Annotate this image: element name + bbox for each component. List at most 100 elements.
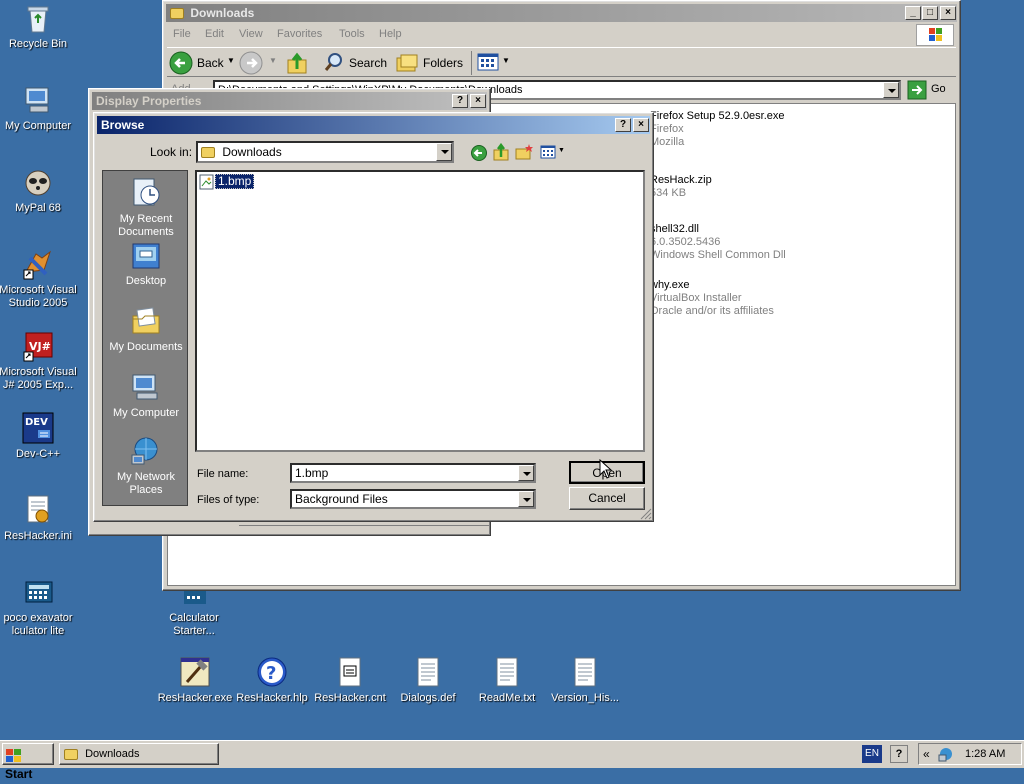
menu-file[interactable]: File bbox=[173, 28, 191, 40]
up-folder-button[interactable] bbox=[285, 51, 311, 75]
file-type-dropdown-button[interactable] bbox=[518, 491, 534, 507]
search-button[interactable]: Search bbox=[323, 51, 389, 75]
desktop-icon-visual-studio[interactable]: Microsoft Visual Studio 2005 bbox=[0, 248, 78, 310]
cancel-button[interactable]: Cancel bbox=[569, 487, 645, 510]
desktop-icon-label: MyPal 68 bbox=[15, 202, 61, 214]
menu-help[interactable]: Help bbox=[379, 28, 402, 40]
go-arrow-icon bbox=[907, 80, 927, 100]
up-folder-icon bbox=[287, 52, 307, 74]
explorer-title: Downloads bbox=[190, 6, 255, 20]
reshacker-ini-icon bbox=[22, 494, 54, 526]
def-file-icon bbox=[412, 656, 444, 688]
file-detail: Firefox bbox=[650, 123, 684, 135]
view-menu-button[interactable]: ▼ bbox=[540, 144, 566, 162]
browse-dialog[interactable]: Browse ? × Look in: Downloads ▼ My Recen… bbox=[93, 112, 654, 522]
folders-button[interactable]: Folders bbox=[395, 51, 463, 75]
desktop-icon-reshacker-exe[interactable]: ResHacker.exe bbox=[155, 656, 235, 705]
file-item[interactable]: 1.bmp bbox=[199, 174, 269, 190]
chevron-left-icon[interactable]: « bbox=[923, 747, 930, 761]
file-detail: Windows Shell Common Dll bbox=[650, 249, 786, 261]
file-tile-firefox-setup[interactable]: Firefox Setup 52.9.0esr.exe Firefox Mozi… bbox=[650, 110, 950, 149]
system-tray: « 1:28 AM bbox=[918, 743, 1022, 765]
desktop-icon-mypal[interactable]: MyPal 68 bbox=[0, 166, 78, 215]
views-button[interactable]: ▼ bbox=[471, 51, 510, 75]
new-folder-icon bbox=[515, 144, 533, 160]
start-label: Start bbox=[5, 767, 33, 781]
minimize-button[interactable]: _ bbox=[905, 6, 921, 20]
mouse-cursor-icon bbox=[599, 459, 613, 479]
file-type-label: Files of type: bbox=[197, 494, 260, 506]
up-one-level-button[interactable] bbox=[492, 142, 510, 161]
chevron-down-icon: ▼ bbox=[227, 56, 235, 65]
look-in-dropdown[interactable]: Downloads bbox=[196, 141, 454, 163]
desktop-icon-readme[interactable]: ReadMe.txt bbox=[467, 656, 547, 705]
menu-view[interactable]: View bbox=[239, 28, 263, 40]
go-button[interactable]: Go bbox=[907, 80, 955, 100]
desktop-icon-reshacker-cnt[interactable]: ResHacker.cnt bbox=[310, 656, 390, 705]
look-in-dropdown-button[interactable] bbox=[436, 143, 452, 161]
search-label: Search bbox=[349, 56, 388, 70]
file-tile-shell32-dll[interactable]: shell32.dll 6.0.3502.5436 Windows Shell … bbox=[650, 223, 950, 262]
desktop-icon-dialogs-def[interactable]: Dialogs.def bbox=[388, 656, 468, 705]
help-button[interactable]: ? bbox=[615, 118, 631, 132]
my-computer-icon bbox=[22, 84, 54, 116]
resize-grip-icon[interactable] bbox=[640, 508, 652, 520]
file-tile-why-exe[interactable]: why.exe VirtualBox Installer Oracle and/… bbox=[650, 279, 950, 318]
display-properties-titlebar[interactable]: Display Properties ? × bbox=[92, 92, 487, 110]
menu-edit[interactable]: Edit bbox=[205, 28, 224, 40]
file-type-value: Background Files bbox=[295, 492, 388, 506]
places-documents[interactable]: My Documents bbox=[103, 305, 189, 354]
file-detail: Mozilla bbox=[650, 136, 685, 148]
file-type-dropdown[interactable]: Background Files bbox=[290, 489, 536, 509]
file-name-input[interactable]: 1.bmp bbox=[290, 463, 536, 483]
taskbar: Start Downloads EN ? « 1:28 AM bbox=[0, 740, 1024, 781]
close-button[interactable]: × bbox=[633, 118, 649, 132]
browse-titlebar[interactable]: Browse ? × bbox=[97, 116, 650, 134]
my-computer-icon bbox=[132, 374, 158, 400]
places-computer[interactable]: My Computer bbox=[103, 371, 189, 420]
back-button[interactable]: Back ▼ bbox=[169, 51, 235, 75]
forward-button[interactable]: ▼ bbox=[239, 51, 277, 75]
desktop-icon-visual-jsharp[interactable]: VJ# Microsoft Visual J# 2005 Exp... bbox=[0, 330, 78, 392]
places-desktop[interactable]: Desktop bbox=[103, 241, 189, 288]
svg-text:DEV: DEV bbox=[25, 417, 48, 428]
desktop-icon-label: Microsoft Visual Studio 2005 bbox=[0, 284, 77, 309]
desktop-icon-label: ResHacker.hlp bbox=[236, 692, 308, 704]
help-tray-icon[interactable]: ? bbox=[890, 745, 908, 763]
taskbar-task-downloads[interactable]: Downloads bbox=[59, 743, 219, 765]
menu-favorites[interactable]: Favorites bbox=[277, 28, 322, 40]
desktop-icon-recycle-bin[interactable]: Recycle Bin bbox=[0, 2, 78, 51]
network-tray-icon[interactable] bbox=[937, 745, 955, 763]
desktop-icon-my-computer[interactable]: My Computer bbox=[0, 84, 78, 133]
desktop-icon-reshacker-hlp[interactable]: ? ResHacker.hlp bbox=[232, 656, 312, 705]
desktop-icon-calculator[interactable]: poco exavator lculator lite bbox=[0, 576, 78, 638]
desktop-icon-label: ResHacker.cnt bbox=[314, 692, 386, 704]
help-button[interactable]: ? bbox=[452, 94, 468, 108]
language-indicator[interactable]: EN bbox=[862, 745, 882, 763]
desktop-icon-version-history[interactable]: Version_His... bbox=[545, 656, 625, 705]
file-name-label: File name: bbox=[197, 468, 249, 480]
places-network[interactable]: My Network Places bbox=[103, 435, 189, 497]
file-list[interactable]: 1.bmp bbox=[195, 170, 645, 452]
back-nav-button[interactable] bbox=[470, 144, 488, 162]
maximize-button[interactable]: □ bbox=[922, 6, 938, 20]
explorer-titlebar[interactable]: Downloads _ □ × bbox=[166, 4, 957, 22]
menu-tools[interactable]: Tools bbox=[339, 28, 365, 40]
file-name: ResHack.zip bbox=[650, 174, 712, 186]
new-folder-button[interactable] bbox=[515, 143, 533, 161]
desktop-icon-dev-cpp[interactable]: DEV Dev-C++ bbox=[0, 412, 78, 461]
address-dropdown-button[interactable] bbox=[883, 82, 899, 98]
desktop-icon-reshacker-ini[interactable]: ResHacker.ini bbox=[0, 494, 78, 543]
mypal-icon bbox=[22, 166, 54, 198]
start-button[interactable]: Start bbox=[2, 743, 54, 781]
file-detail: Oracle and/or its affiliates bbox=[650, 305, 774, 317]
look-in-label: Look in: bbox=[150, 145, 193, 159]
close-button[interactable]: × bbox=[940, 6, 956, 20]
desktop-icon-label: ResHacker.ini bbox=[4, 530, 72, 542]
places-recent[interactable]: My Recent Documents bbox=[103, 175, 189, 239]
file-tile-reshack-zip[interactable]: ResHack.zip 534 KB bbox=[650, 174, 950, 200]
file-name-dropdown-button[interactable] bbox=[518, 465, 534, 481]
clock[interactable]: 1:28 AM bbox=[965, 748, 1005, 760]
display-properties-title: Display Properties bbox=[96, 94, 202, 108]
close-button[interactable]: × bbox=[470, 94, 486, 108]
